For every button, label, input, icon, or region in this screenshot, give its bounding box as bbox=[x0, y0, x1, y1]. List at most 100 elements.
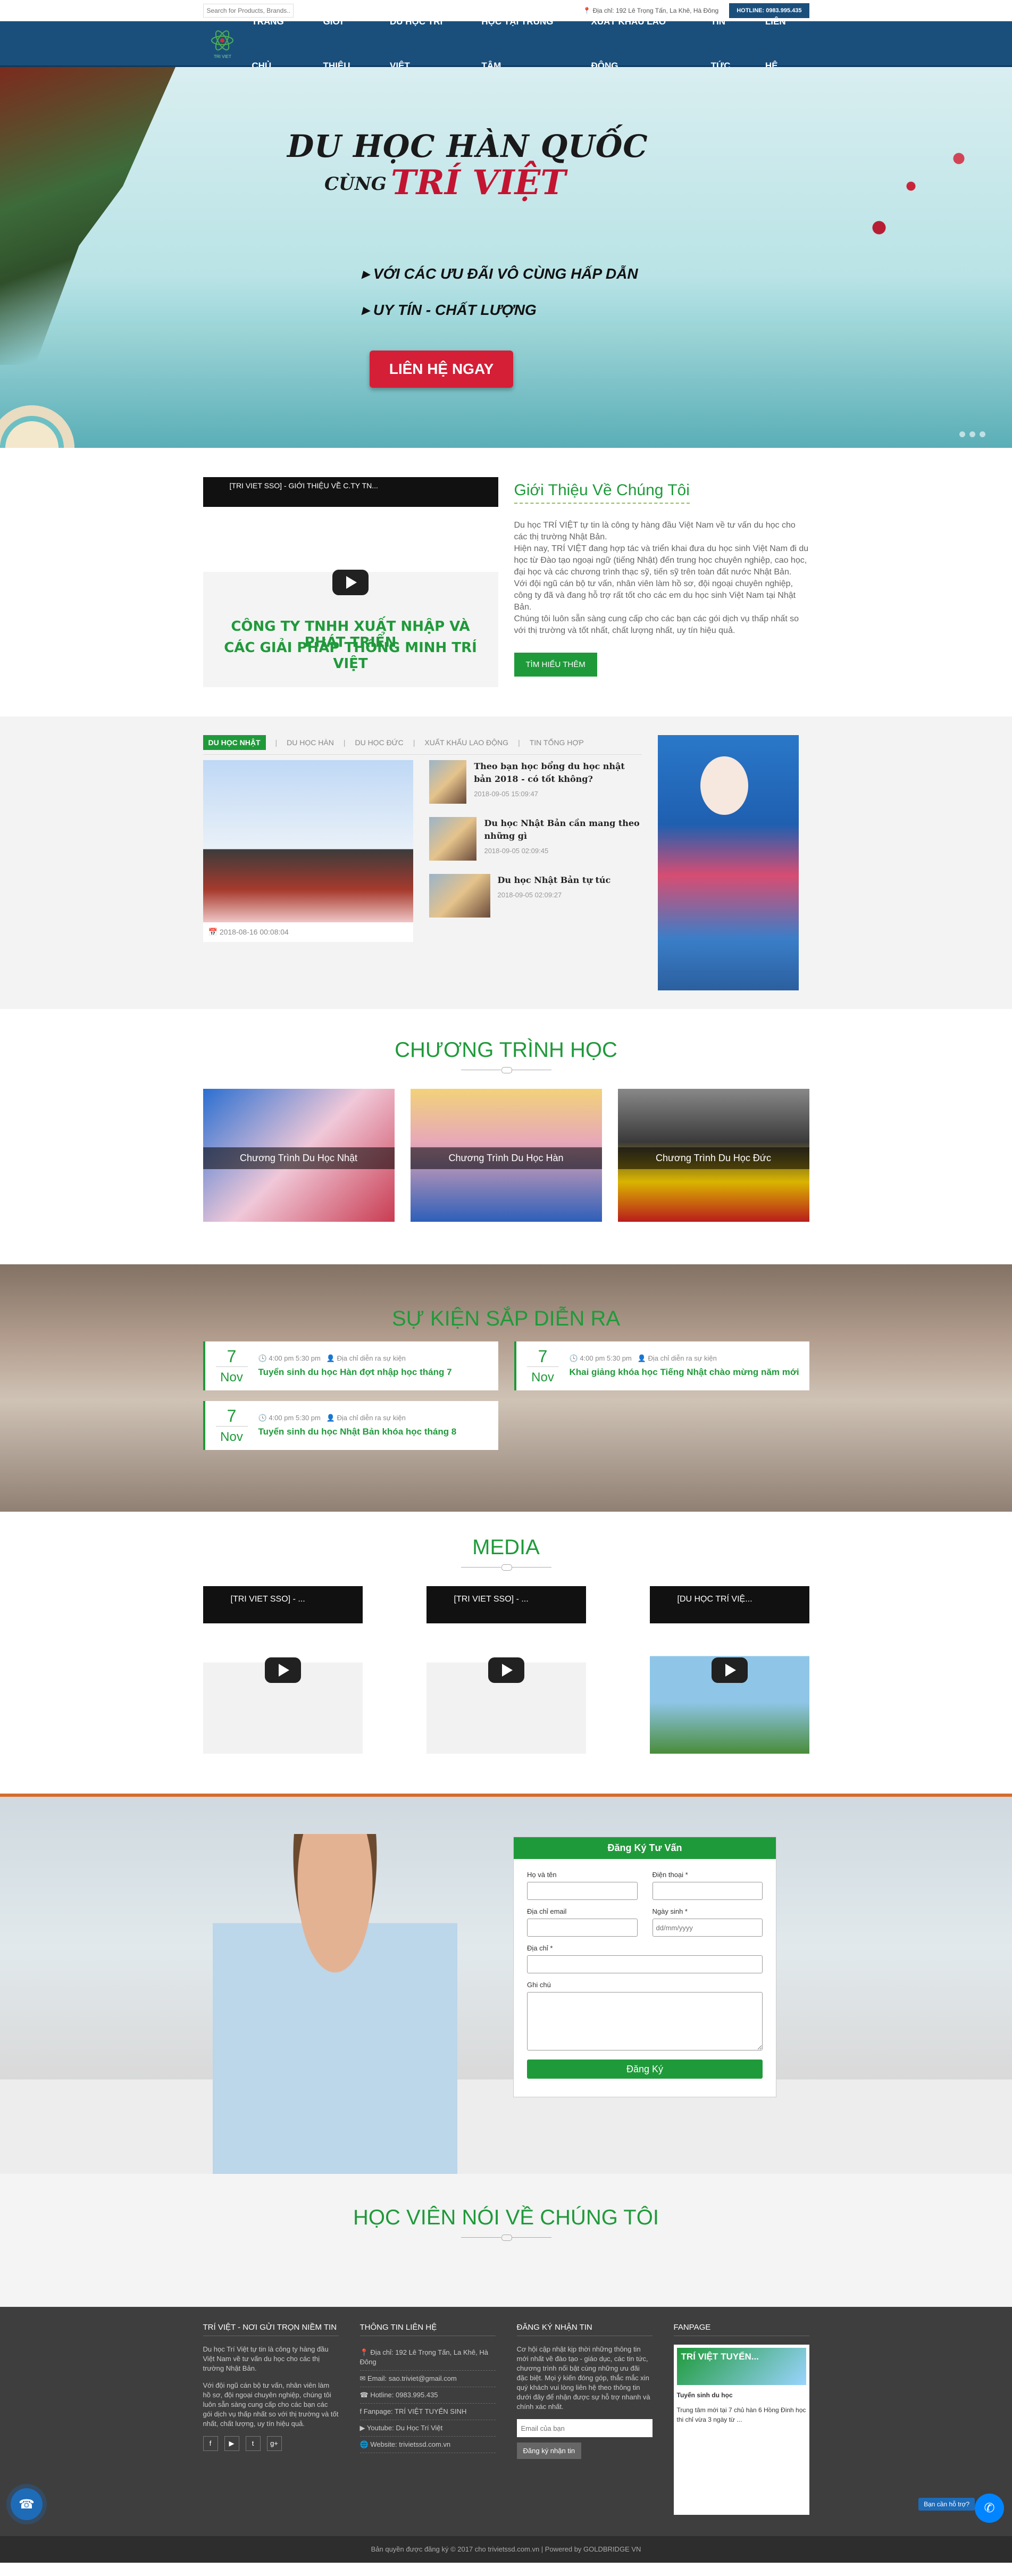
media-video[interactable]: [TRI VIET SSO] - ... bbox=[203, 1586, 363, 1754]
event-card[interactable]: 7 Nov 🕓 4:00 pm 5:30 pm 👤 Địa chỉ diễn ra… bbox=[203, 1401, 498, 1450]
contact-text: Hotline: 0983.995.435 bbox=[370, 2391, 438, 2399]
program-card-korea[interactable]: Chương Trình Du Học Hàn bbox=[410, 1089, 602, 1222]
tab-labor[interactable]: XUẤT KHẨU LAO ĐỘNG bbox=[424, 738, 508, 747]
media-video-title: [DU HỌC TRÍ VIỆ... bbox=[677, 1595, 752, 1604]
news-title[interactable]: Theo bạn học bổng du học nhật bản 2018 -… bbox=[474, 760, 641, 786]
name-field[interactable] bbox=[527, 1882, 638, 1900]
news-title[interactable]: Du học Nhật Bản cần mang theo những gì bbox=[484, 817, 641, 843]
intro-heading: Giới Thiệu Về Chúng Tôi bbox=[514, 481, 690, 504]
tab-general[interactable]: TIN TỔNG HỢP bbox=[530, 738, 584, 747]
programs-title: CHƯƠNG TRÌNH HỌC bbox=[395, 1038, 617, 1062]
media-video-title: [TRI VIET SSO] - ... bbox=[230, 1595, 305, 1604]
video-frame bbox=[649, 1623, 809, 1754]
facebook-widget[interactable]: TRÍ VIỆT TUYỂN... Tuyển sinh du học Trun… bbox=[673, 2345, 809, 2515]
media-section: MEDIA [TRI VIET SSO] - ... [TRI VIET SSO… bbox=[0, 1512, 1012, 1794]
subscribe-button[interactable]: Đăng ký nhận tin bbox=[516, 2442, 582, 2459]
intro-section: [TRI VIET SSO] - GIỚI THIỆU VỀ C.TY TN..… bbox=[0, 448, 1012, 716]
messenger-icon[interactable]: ✆ bbox=[975, 2494, 1004, 2523]
event-month: Nov bbox=[526, 1366, 559, 1385]
dob-label: Ngày sinh * bbox=[652, 1907, 688, 1915]
google-plus-icon[interactable]: g+ bbox=[266, 2436, 282, 2451]
geisha-banner[interactable] bbox=[657, 735, 799, 990]
media-video[interactable]: [DU HỌC TRÍ VIỆ... bbox=[649, 1586, 809, 1754]
hero-title: DU HỌC HÀN QUỐC bbox=[287, 128, 648, 164]
programs-section: CHƯƠNG TRÌNH HỌC Chương Trình Du Học Nhậ… bbox=[0, 1009, 1012, 1264]
email-field[interactable] bbox=[527, 1919, 638, 1937]
slider-dot[interactable] bbox=[969, 431, 975, 437]
chat-support-button[interactable]: Bạn cần hỗ trợ? bbox=[918, 2498, 975, 2511]
contact-text: Fanpage: TRÍ VIỆT TUYỂN SINH bbox=[363, 2407, 467, 2415]
news-item[interactable]: Theo bạn học bổng du học nhật bản 2018 -… bbox=[429, 760, 642, 804]
contact-email[interactable]: ✉ Email: sao.triviet@gmail.com bbox=[359, 2371, 496, 2387]
event-title[interactable]: Khai giảng khóa học Tiếng Nhật chào mừng… bbox=[570, 1367, 799, 1378]
contact-website[interactable]: 🌐 Website: trivietssd.com.vn bbox=[359, 2437, 496, 2453]
media-video-title: [TRI VIET SSO] - ... bbox=[454, 1595, 529, 1604]
event-title[interactable]: Tuyển sinh du học Nhật Bản khóa học thán… bbox=[258, 1427, 457, 1437]
facebook-icon[interactable]: f bbox=[203, 2436, 218, 2451]
newsletter-email-field[interactable] bbox=[516, 2419, 653, 2437]
news-thumb bbox=[429, 760, 467, 804]
email-label: Địa chỉ email bbox=[527, 1907, 567, 1915]
student-image bbox=[213, 1834, 457, 2174]
hero-cta-button[interactable]: LIÊN HỆ NGAY bbox=[370, 351, 513, 388]
phone-call-icon[interactable]: ☎ bbox=[11, 2488, 43, 2520]
play-icon[interactable] bbox=[488, 1657, 524, 1683]
play-icon[interactable] bbox=[711, 1657, 748, 1683]
youtube-icon[interactable]: ▶ bbox=[224, 2436, 239, 2451]
social-links: f ▶ t g+ bbox=[203, 2436, 339, 2451]
twitter-icon[interactable]: t bbox=[245, 2436, 261, 2451]
phone-label: Điện thoại * bbox=[652, 1871, 688, 1879]
program-card-germany[interactable]: Chương Trình Du Học Đức bbox=[617, 1089, 809, 1222]
tab-korea[interactable]: DU HỌC HÀN bbox=[287, 738, 334, 747]
footer-about: TRÍ VIỆT - NƠI GỬI TRỌN NIỀM TIN Du học … bbox=[203, 2323, 339, 2515]
hero-bullet-1: ▸ VỚI CÁC ƯU ĐÃI VÔ CÙNG HẤP DẪN bbox=[362, 265, 638, 282]
event-card[interactable]: 7 Nov 🕓 4:00 pm 5:30 pm 👤 Địa chỉ diễn ra… bbox=[514, 1341, 809, 1390]
news-title[interactable]: Du học Nhật Bản tự túc bbox=[498, 874, 611, 887]
intro-paragraph: Với đội ngũ cán bộ tư vấn, nhân viên làm… bbox=[514, 579, 796, 612]
featured-post[interactable]: 📅 2018-08-16 00:08:04 bbox=[203, 760, 413, 942]
footer-contact: THÔNG TIN LIÊN HỆ 📍 Địa chỉ: 192 Lê Trọn… bbox=[359, 2323, 496, 2515]
news-section: DU HỌC NHẬT | DU HỌC HÀN | DU HỌC ĐỨC | … bbox=[0, 716, 1012, 1009]
registration-section: Đăng Ký Tư Vấn Họ và tên Điện thoại * Địa… bbox=[0, 1794, 1012, 2174]
contact-text: Website: trivietssd.com.vn bbox=[370, 2440, 451, 2448]
note-field[interactable] bbox=[527, 1992, 763, 2050]
news-tabs: DU HỌC NHẬT | DU HỌC HÀN | DU HỌC ĐỨC | … bbox=[203, 735, 642, 755]
learn-more-button[interactable]: TÌM HIỂU THÊM bbox=[514, 653, 597, 677]
slider-dot[interactable] bbox=[959, 431, 965, 437]
news-item[interactable]: Du học Nhật Bản tự túc 2018-09-05 02:09:2… bbox=[429, 874, 642, 918]
footer-text: Với đội ngũ cán bộ tư vấn, nhân viên làm… bbox=[203, 2381, 339, 2428]
media-video[interactable]: [TRI VIET SSO] - ... bbox=[426, 1586, 586, 1754]
intro-paragraph: Chúng tôi luôn sẵn sàng cung cấp cho các… bbox=[514, 614, 799, 635]
play-icon[interactable] bbox=[332, 569, 369, 595]
program-card-japan[interactable]: Chương Trình Du Học Nhật bbox=[203, 1089, 395, 1222]
contact-fanpage[interactable]: f Fanpage: TRÍ VIỆT TUYỂN SINH bbox=[359, 2404, 496, 2420]
event-title[interactable]: Tuyển sinh du học Hàn đợt nhập học tháng… bbox=[258, 1367, 452, 1378]
contact-text: Youtube: Du Học Trí Việt bbox=[366, 2424, 443, 2432]
featured-date: 📅 2018-08-16 00:08:04 bbox=[208, 928, 289, 936]
hero-banner: DU HỌC HÀN QUỐC CÙNG TRÍ VIỆT ▸ VỚI CÁC … bbox=[0, 67, 1012, 448]
contact-youtube[interactable]: ▶ Youtube: Du Học Trí Việt bbox=[359, 2420, 496, 2437]
slider-dot[interactable] bbox=[980, 431, 985, 437]
video-title: [TRI VIET SSO] - GIỚI THIỆU VỀ C.TY TN..… bbox=[229, 481, 378, 490]
intro-paragraph: Hiện nay, TRÍ VIỆT đang hợp tác và triển… bbox=[514, 544, 809, 577]
event-month: Nov bbox=[215, 1366, 248, 1385]
logo[interactable]: TRI VIET bbox=[203, 25, 242, 62]
intro-video[interactable]: [TRI VIET SSO] - GIỚI THIỆU VỀ C.TY TN..… bbox=[203, 477, 498, 687]
news-item[interactable]: Du học Nhật Bản cần mang theo những gì 20… bbox=[429, 817, 642, 861]
register-button[interactable]: Đăng Ký bbox=[527, 2060, 763, 2079]
play-icon[interactable] bbox=[264, 1657, 301, 1683]
tab-japan[interactable]: DU HỌC NHẬT bbox=[203, 735, 266, 750]
program-label: Chương Trình Du Học Hàn bbox=[410, 1147, 602, 1169]
dob-field[interactable] bbox=[652, 1919, 763, 1937]
phone-field[interactable] bbox=[652, 1882, 763, 1900]
events-title: SỰ KIỆN SẮP DIỄN RA bbox=[391, 1307, 621, 1330]
address-field[interactable] bbox=[527, 1955, 763, 1973]
media-title: MEDIA bbox=[472, 1536, 540, 1559]
contact-hotline[interactable]: ☎ Hotline: 0983.995.435 bbox=[359, 2387, 496, 2404]
footer-newsletter: ĐĂNG KÝ NHẬN TIN Cơ hội cập nhật kịp thờ… bbox=[516, 2323, 653, 2515]
event-place: Địa chỉ diễn ra sự kiện bbox=[337, 1354, 406, 1362]
event-card[interactable]: 7 Nov 🕓 4:00 pm 5:30 pm 👤 Địa chỉ diễn ra… bbox=[203, 1341, 498, 1390]
footer-text: Du học Trí Việt tự tin là công ty hàng đ… bbox=[203, 2345, 329, 2372]
event-time: 4:00 pm 5:30 pm bbox=[269, 1414, 321, 1422]
tab-germany[interactable]: DU HỌC ĐỨC bbox=[355, 738, 403, 747]
